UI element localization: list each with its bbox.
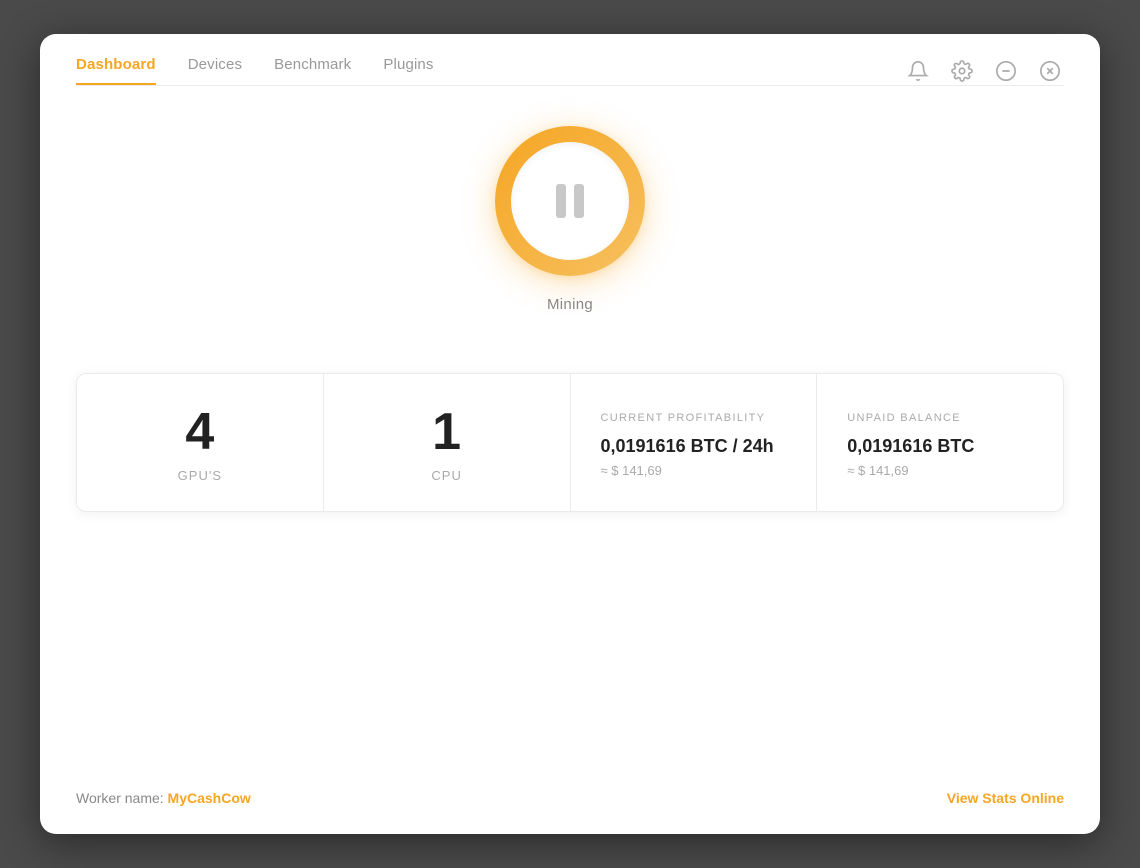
gear-icon[interactable] xyxy=(948,57,976,85)
pause-bar-right xyxy=(574,184,584,218)
worker-label: Worker name: MyCashCow xyxy=(76,790,251,806)
gpu-count: 4 xyxy=(185,406,214,458)
stat-gpu: 4 GPU'S xyxy=(77,374,324,511)
balance-usd: ≈ $ 141,69 xyxy=(847,463,908,478)
profitability-header: CURRENT PROFITABILITY xyxy=(601,412,766,424)
stat-balance: UNPAID BALANCE 0,0191616 BTC ≈ $ 141,69 xyxy=(817,374,1063,511)
pause-bar-left xyxy=(556,184,566,218)
profitability-usd: ≈ $ 141,69 xyxy=(601,463,662,478)
header: Dashboard Devices Benchmark Plugins xyxy=(40,34,1100,85)
cpu-count: 1 xyxy=(432,406,461,458)
nav-item-benchmark[interactable]: Benchmark xyxy=(274,56,351,85)
view-stats-link[interactable]: View Stats Online xyxy=(947,790,1064,806)
balance-value: 0,0191616 BTC xyxy=(847,436,974,457)
footer: Worker name: MyCashCow View Stats Online xyxy=(40,790,1100,834)
nav: Dashboard Devices Benchmark Plugins xyxy=(76,56,434,85)
close-icon[interactable] xyxy=(1036,57,1064,85)
minimize-icon[interactable] xyxy=(992,57,1020,85)
main-content: Mining 4 GPU'S 1 CPU CURRENT PROFITABILI… xyxy=(40,86,1100,790)
mining-status-label: Mining xyxy=(547,296,593,313)
nav-item-devices[interactable]: Devices xyxy=(188,56,242,85)
mining-button-inner xyxy=(511,142,629,260)
nav-item-dashboard[interactable]: Dashboard xyxy=(76,56,156,85)
gpu-label: GPU'S xyxy=(178,468,223,483)
pause-icon xyxy=(556,184,584,218)
cpu-label: CPU xyxy=(431,468,462,483)
bell-icon[interactable] xyxy=(904,57,932,85)
nav-item-plugins[interactable]: Plugins xyxy=(383,56,433,85)
app-window: Dashboard Devices Benchmark Plugins xyxy=(40,34,1100,834)
balance-header: UNPAID BALANCE xyxy=(847,412,961,424)
profitability-value: 0,0191616 BTC / 24h xyxy=(601,436,774,457)
worker-name: MyCashCow xyxy=(168,790,251,806)
mining-button-wrapper: Mining xyxy=(495,126,645,313)
mining-toggle-button[interactable] xyxy=(495,126,645,276)
stats-row: 4 GPU'S 1 CPU CURRENT PROFITABILITY 0,01… xyxy=(76,373,1064,512)
stat-cpu: 1 CPU xyxy=(324,374,571,511)
stat-profitability: CURRENT PROFITABILITY 0,0191616 BTC / 24… xyxy=(571,374,818,511)
worker-prefix: Worker name: xyxy=(76,790,168,806)
header-actions xyxy=(904,57,1064,85)
